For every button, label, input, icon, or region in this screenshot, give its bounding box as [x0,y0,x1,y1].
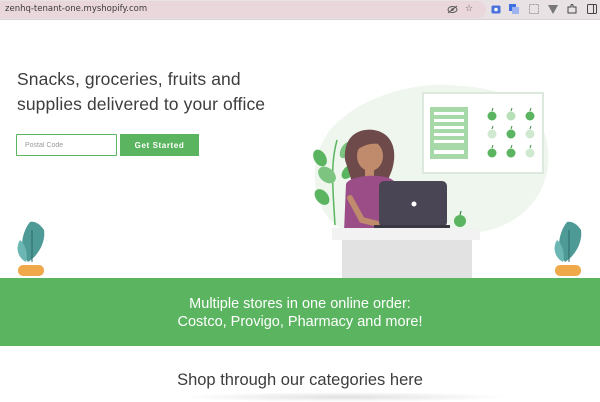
categories-heading: Shop through our categories here [177,371,423,389]
get-started-button[interactable]: Get Started [120,134,199,156]
left-potted-plant [17,221,45,276]
grid-extension-icon[interactable] [528,3,540,15]
hero-headline: Snacks, groceries, fruits and supplies d… [17,67,317,117]
apple-on-desk [454,210,466,227]
background-blob [314,84,549,232]
filter-icon[interactable] [547,3,559,15]
puzzle-icon[interactable] [566,3,578,15]
stores-banner: Multiple stores in one online order: Cos… [0,278,600,346]
category-card-shadow [180,392,510,402]
translate-icon[interactable] [508,3,520,15]
address-bar[interactable]: zenhq-tenant-one.myshopify.com [0,1,486,18]
browser-toolbar: zenhq-tenant-one.myshopify.com ☆ [0,0,600,20]
sidebar-icon[interactable] [586,3,598,15]
banner-line-1: Multiple stores in one online order: [189,296,411,312]
extension-icon[interactable] [490,3,502,15]
leafy-plant [313,139,355,226]
postal-code-input[interactable] [16,134,117,156]
headline-line-2: supplies delivered to your office [17,94,266,114]
eye-slash-icon[interactable] [446,3,458,15]
star-icon[interactable]: ☆ [463,3,475,15]
banner-line-2: Costco, Provigo, Pharmacy and more! [177,314,423,330]
url-text: zenhq-tenant-one.myshopify.com [5,4,148,14]
right-potted-plant [554,221,582,276]
apple-icons-grid [487,107,535,158]
fruit-chart-board [422,92,544,174]
person-figure [344,129,398,232]
headline-line-1: Snacks, groceries, fruits and [17,69,241,89]
laptop [374,181,450,228]
